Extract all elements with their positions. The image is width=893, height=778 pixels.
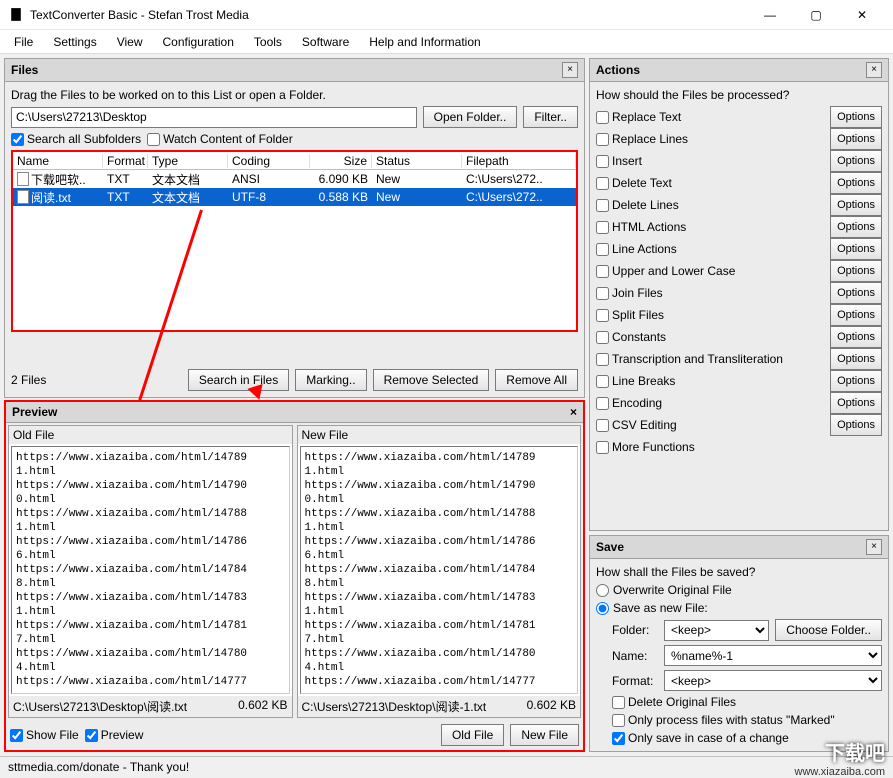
save-panel-close-icon[interactable]: × <box>866 539 882 555</box>
remove-selected-button[interactable]: Remove Selected <box>373 369 490 391</box>
action-checkbox[interactable] <box>596 397 609 410</box>
save-folder-select[interactable]: <keep> <box>664 620 769 641</box>
menu-view[interactable]: View <box>111 33 149 51</box>
file-table-header: NameFormatTypeCodingSizeStatusFilepath <box>13 152 576 170</box>
menu-help[interactable]: Help and Information <box>363 33 486 51</box>
new-file-button[interactable]: New File <box>510 724 579 746</box>
action-checkbox[interactable] <box>596 309 609 322</box>
action-options-button[interactable]: Options <box>830 414 882 436</box>
action-options-button[interactable]: Options <box>830 326 882 348</box>
action-checkbox[interactable] <box>596 287 609 300</box>
action-options-button[interactable]: Options <box>830 128 882 150</box>
watermark-url: www.xiazaiba.com <box>795 766 885 778</box>
overwrite-radio[interactable] <box>596 584 609 597</box>
action-options-button[interactable]: Options <box>830 260 882 282</box>
file-icon <box>17 190 29 204</box>
menu-tools[interactable]: Tools <box>248 33 288 51</box>
action-options-button[interactable]: Options <box>830 150 882 172</box>
new-file-label: New File <box>298 426 581 444</box>
only-change-checkbox[interactable] <box>612 732 625 745</box>
preview-checkbox[interactable] <box>85 729 98 742</box>
watch-folder-checkbox[interactable] <box>147 133 160 146</box>
status-text: sttmedia.com/donate - Thank you! <box>8 760 189 774</box>
action-options-button[interactable]: Options <box>830 282 882 304</box>
save-panel-title: Save <box>596 540 624 554</box>
action-checkbox[interactable] <box>596 331 609 344</box>
minimize-button[interactable]: — <box>747 0 793 30</box>
action-checkbox[interactable] <box>596 419 609 432</box>
actions-panel-close-icon[interactable]: × <box>866 62 882 78</box>
choose-folder-button[interactable]: Choose Folder.. <box>775 619 882 641</box>
preview-panel-close-icon[interactable]: × <box>570 405 577 419</box>
menu-settings[interactable]: Settings <box>47 33 102 51</box>
menu-software[interactable]: Software <box>296 33 355 51</box>
action-options-button[interactable]: Options <box>830 304 882 326</box>
action-options-button[interactable]: Options <box>830 172 882 194</box>
action-options-button[interactable]: Options <box>830 106 882 128</box>
menu-configuration[interactable]: Configuration <box>157 33 240 51</box>
file-count: 2 Files <box>11 373 46 387</box>
action-checkbox[interactable] <box>596 375 609 388</box>
action-options-button[interactable]: Options <box>830 238 882 260</box>
files-panel-close-icon[interactable]: × <box>562 62 578 78</box>
marking-button[interactable]: Marking.. <box>295 369 366 391</box>
actions-hint: How should the Files be processed? <box>596 88 882 102</box>
file-icon <box>17 172 29 186</box>
app-icon <box>8 7 24 23</box>
save-format-select[interactable]: <keep> <box>664 670 882 691</box>
files-panel-title: Files <box>11 63 38 77</box>
folder-path-input[interactable] <box>11 107 417 128</box>
action-checkbox[interactable] <box>596 133 609 146</box>
filter-button[interactable]: Filter.. <box>523 106 578 128</box>
search-in-files-button[interactable]: Search in Files <box>188 369 289 391</box>
action-checkbox[interactable] <box>596 243 609 256</box>
action-checkbox[interactable] <box>596 111 609 124</box>
save-name-select[interactable]: %name%-1 <box>664 645 882 666</box>
action-checkbox[interactable] <box>596 221 609 234</box>
files-hint: Drag the Files to be worked on to this L… <box>11 88 578 102</box>
remove-all-button[interactable]: Remove All <box>495 369 578 391</box>
new-file-path: C:\Users\27213\Desktop\阅读-1.txt <box>302 698 487 715</box>
open-folder-button[interactable]: Open Folder.. <box>423 106 518 128</box>
action-checkbox[interactable] <box>596 265 609 278</box>
watermark: 下载吧 <box>825 737 885 766</box>
close-button[interactable]: ✕ <box>839 0 885 30</box>
action-options-button[interactable]: Options <box>830 216 882 238</box>
save-hint: How shall the Files be saved? <box>596 565 882 579</box>
delete-original-checkbox[interactable] <box>612 696 625 709</box>
old-file-size: 0.602 KB <box>238 698 287 715</box>
table-row[interactable]: 下载吧软..TXT文本文档ANSI6.090 KBNewC:\Users\272… <box>13 170 576 188</box>
window-title: TextConverter Basic - Stefan Trost Media <box>30 8 747 22</box>
action-checkbox[interactable] <box>596 441 609 454</box>
action-checkbox[interactable] <box>596 353 609 366</box>
action-options-button[interactable]: Options <box>830 370 882 392</box>
old-file-button[interactable]: Old File <box>441 724 504 746</box>
old-file-label: Old File <box>9 426 292 444</box>
action-checkbox[interactable] <box>596 199 609 212</box>
maximize-button[interactable]: ▢ <box>793 0 839 30</box>
only-marked-checkbox[interactable] <box>612 714 625 727</box>
file-table-body[interactable]: 下载吧软..TXT文本文档ANSI6.090 KBNewC:\Users\272… <box>13 170 576 330</box>
search-subfolders-checkbox[interactable] <box>11 133 24 146</box>
action-options-button[interactable]: Options <box>830 348 882 370</box>
menubar: File Settings View Configuration Tools S… <box>0 30 893 54</box>
menu-file[interactable]: File <box>8 33 39 51</box>
preview-panel-title: Preview <box>12 405 57 419</box>
actions-panel-title: Actions <box>596 63 640 77</box>
action-options-button[interactable]: Options <box>830 392 882 414</box>
save-new-radio[interactable] <box>596 602 609 615</box>
new-file-content[interactable]: https://www.xiazaiba.com/html/14789 1.ht… <box>300 446 579 694</box>
new-file-size: 0.602 KB <box>527 698 576 715</box>
old-file-path: C:\Users\27213\Desktop\阅读.txt <box>13 698 187 715</box>
action-checkbox[interactable] <box>596 177 609 190</box>
action-options-button[interactable]: Options <box>830 194 882 216</box>
show-file-checkbox[interactable] <box>10 729 23 742</box>
action-checkbox[interactable] <box>596 155 609 168</box>
old-file-content[interactable]: https://www.xiazaiba.com/html/14789 1.ht… <box>11 446 290 694</box>
table-row[interactable]: 阅读.txtTXT文本文档UTF-80.588 KBNewC:\Users\27… <box>13 188 576 206</box>
